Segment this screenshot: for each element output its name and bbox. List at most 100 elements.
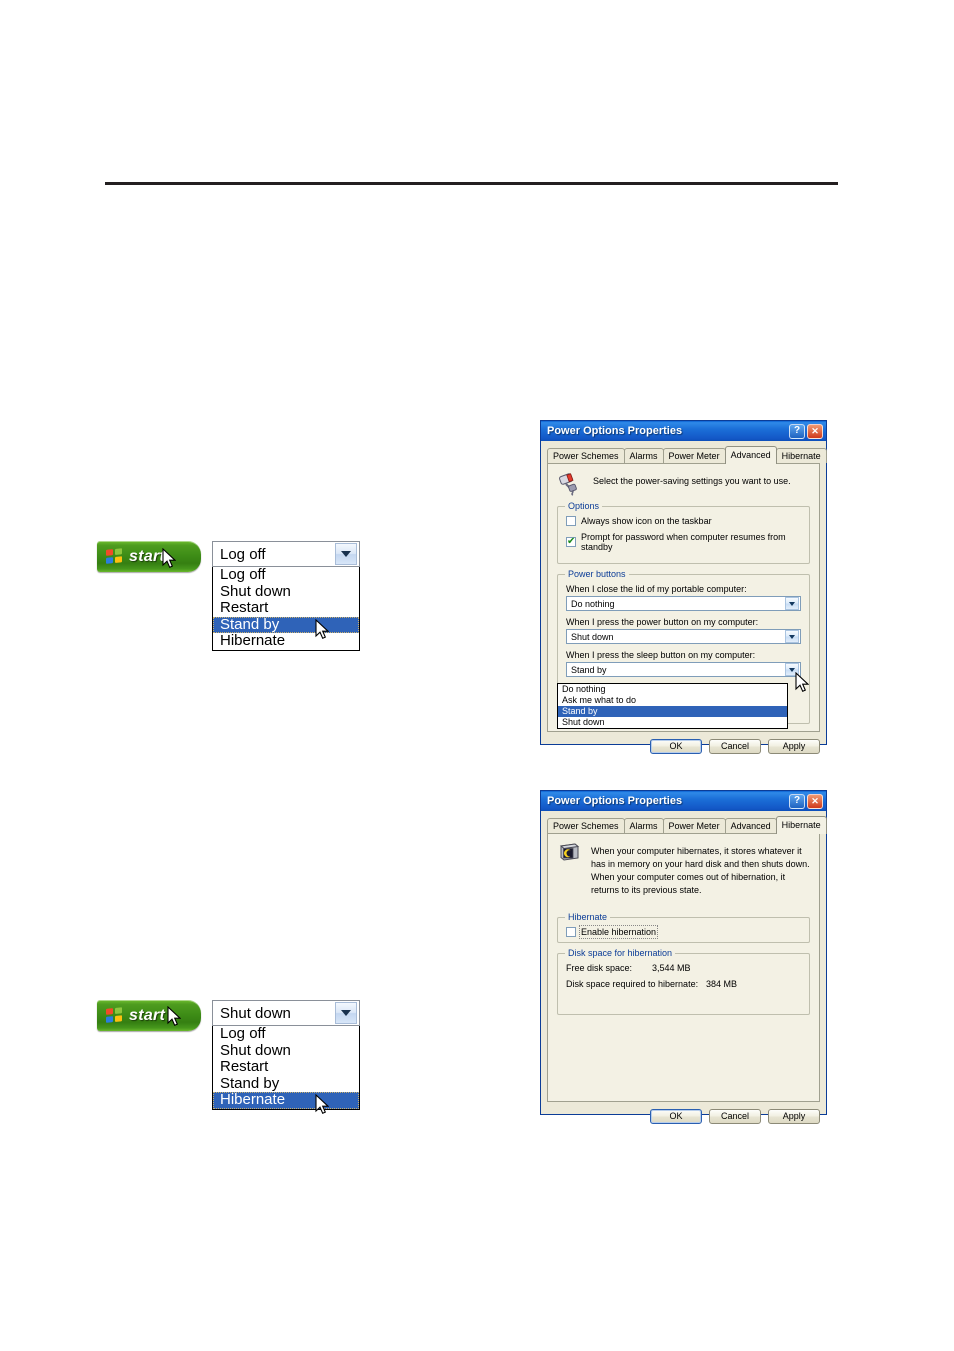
list-item[interactable]: Restart	[213, 599, 359, 617]
help-icon[interactable]: ?	[789, 793, 805, 809]
checkbox-prompt-password[interactable]	[566, 536, 576, 547]
tab-alarms[interactable]: Alarms	[623, 448, 664, 463]
start-button-label-2: start	[129, 1006, 166, 1024]
list-item-selected[interactable]: Hibernate	[213, 1091, 359, 1109]
page-header-rule	[105, 182, 838, 185]
chevron-down-icon[interactable]	[335, 543, 357, 565]
power-plug-icon	[559, 473, 577, 496]
start-button-2[interactable]: start	[97, 1000, 201, 1031]
power-action-combo-box-2[interactable]: Shut down	[212, 1000, 360, 1026]
list-item[interactable]: Do nothing	[558, 684, 787, 695]
free-disk-space-label: Free disk space:	[566, 963, 633, 974]
sleep-button-action-combo[interactable]: Stand by	[566, 662, 801, 677]
dialog-buttons-hibernate[interactable]: OK Cancel Apply	[547, 1109, 820, 1124]
power-action-combo-value-1: Log off	[220, 545, 266, 563]
advanced-header-row: Select the power-saving settings you wan…	[557, 472, 810, 496]
tab-hibernate[interactable]: Hibernate	[775, 816, 827, 834]
free-disk-space-row: Free disk space: 3,544 MB	[566, 963, 801, 973]
power-action-combo-2[interactable]: Shut down Log off Shut down Restart Stan…	[212, 1000, 360, 1110]
power-action-combo-value-2: Shut down	[220, 1004, 291, 1022]
sleep-action-dropdown-list[interactable]: Do nothing Ask me what to do Stand by Sh…	[557, 683, 788, 729]
sleep-button-action-value: Stand by	[571, 664, 607, 675]
ok-button[interactable]: OK	[650, 1109, 702, 1124]
windows-flag-icon	[106, 547, 123, 566]
ok-button[interactable]: OK	[650, 739, 702, 754]
required-space-row: Disk space required to hibernate: 384 MB	[566, 979, 801, 989]
hibernate-group-title: Hibernate	[565, 912, 611, 923]
lid-label: When I close the lid of my portable comp…	[566, 584, 747, 594]
cancel-button[interactable]: Cancel	[709, 1109, 761, 1124]
lid-action-combo[interactable]: Do nothing	[566, 596, 801, 611]
windows-flag-icon	[106, 1006, 123, 1025]
apply-button[interactable]: Apply	[768, 1109, 820, 1124]
sleep-button-label: When I press the sleep button on my comp…	[566, 650, 756, 660]
prompt-password-label: Prompt for password when computer resume…	[581, 532, 786, 552]
tabstrip-hibernate[interactable]: Power Schemes Alarms Power Meter Advance…	[547, 816, 827, 834]
enable-hibernation-row[interactable]: Enable hibernation	[566, 925, 801, 940]
tabpage-hibernate: When your computer hibernates, it stores…	[547, 834, 820, 1102]
disk-space-group-title: Disk space for hibernation	[565, 948, 676, 959]
power-options-dialog-advanced[interactable]: Power Options Properties ? Power Schemes…	[540, 420, 827, 754]
dialog-titlebar-hibernate[interactable]: Power Options Properties ?	[541, 791, 826, 811]
always-show-icon-label: Always show icon on the taskbar	[581, 516, 712, 526]
power-button-label: When I press the power button on my comp…	[566, 617, 759, 627]
disk-space-group: Disk space for hibernation Free disk spa…	[557, 948, 810, 1016]
power-button-action-value: Shut down	[571, 631, 614, 642]
chevron-down-icon[interactable]	[785, 663, 799, 676]
power-action-combo-1[interactable]: Log off Log off Shut down Restart Stand …	[212, 541, 360, 651]
prompt-password-row[interactable]: Prompt for password when computer resume…	[566, 532, 801, 552]
close-icon[interactable]	[807, 793, 823, 809]
chevron-down-icon[interactable]	[335, 1002, 357, 1024]
power-button-action-combo[interactable]: Shut down	[566, 629, 801, 644]
tab-power-meter[interactable]: Power Meter	[662, 818, 726, 833]
list-item[interactable]: Shut down	[213, 583, 359, 601]
hibernate-header-row: When your computer hibernates, it stores…	[557, 842, 810, 897]
power-action-combo-box-1[interactable]: Log off	[212, 541, 360, 567]
list-item[interactable]: Ask me what to do	[558, 695, 787, 706]
list-item[interactable]: Log off	[213, 1025, 359, 1043]
list-item[interactable]: Restart	[213, 1058, 359, 1076]
free-disk-space-value: 3,544 MB	[652, 963, 691, 974]
power-action-option-list-2[interactable]: Log off Shut down Restart Stand by Hiber…	[212, 1025, 360, 1110]
hibernate-group: Hibernate Enable hibernation	[557, 912, 810, 944]
list-item[interactable]: Shut down	[558, 717, 787, 728]
tab-advanced[interactable]: Advanced	[724, 818, 777, 833]
tabstrip-advanced[interactable]: Power Schemes Alarms Power Meter Advance…	[547, 446, 827, 464]
close-icon[interactable]	[807, 423, 823, 439]
chevron-down-icon[interactable]	[785, 597, 799, 610]
power-action-option-list-1[interactable]: Log off Shut down Restart Stand by Hiber…	[212, 566, 360, 651]
tab-alarms[interactable]: Alarms	[623, 818, 664, 833]
always-show-icon-row[interactable]: Always show icon on the taskbar	[566, 516, 801, 526]
checkbox-enable-hibernation[interactable]	[566, 927, 576, 938]
advanced-header-text: Select the power-saving settings you wan…	[593, 476, 791, 486]
required-space-value: 384 MB	[706, 979, 738, 990]
list-item-selected[interactable]: Stand by	[213, 616, 359, 633]
apply-button[interactable]: Apply	[768, 739, 820, 754]
list-item[interactable]: Log off	[213, 566, 359, 584]
list-item[interactable]: Hibernate	[213, 632, 359, 650]
tabpage-advanced: Select the power-saving settings you wan…	[547, 464, 820, 732]
dialog-buttons-advanced[interactable]: OK Cancel Apply	[547, 739, 820, 754]
dialog-titlebar-advanced[interactable]: Power Options Properties ?	[541, 421, 826, 441]
start-button-1[interactable]: start	[97, 541, 201, 572]
start-button-label-1: start	[129, 547, 166, 565]
checkbox-always-show-icon[interactable]	[566, 516, 576, 526]
tab-power-meter[interactable]: Power Meter	[662, 448, 726, 463]
help-icon[interactable]: ?	[789, 423, 805, 439]
list-item-selected[interactable]: Stand by	[558, 706, 787, 717]
list-item[interactable]: Stand by	[213, 1075, 359, 1093]
options-group-title: Options	[565, 501, 603, 511]
list-item[interactable]: Shut down	[213, 1042, 359, 1060]
tab-hibernate[interactable]: Hibernate	[775, 448, 827, 463]
tab-power-schemes[interactable]: Power Schemes	[547, 448, 625, 463]
dialog-title-hibernate: Power Options Properties	[547, 795, 683, 807]
tab-advanced[interactable]: Advanced	[724, 446, 777, 464]
cancel-button[interactable]: Cancel	[709, 739, 761, 754]
tab-power-schemes[interactable]: Power Schemes	[547, 818, 625, 833]
chevron-down-icon[interactable]	[785, 630, 799, 643]
power-options-dialog-hibernate[interactable]: Power Options Properties ? Power Schemes…	[540, 790, 827, 1124]
options-group: Options Always show icon on the taskbar …	[557, 501, 810, 564]
lid-action-value: Do nothing	[571, 598, 615, 609]
enable-hibernation-label: Enable hibernation	[578, 925, 659, 940]
hibernate-header-text: When your computer hibernates, it stores…	[591, 846, 810, 896]
